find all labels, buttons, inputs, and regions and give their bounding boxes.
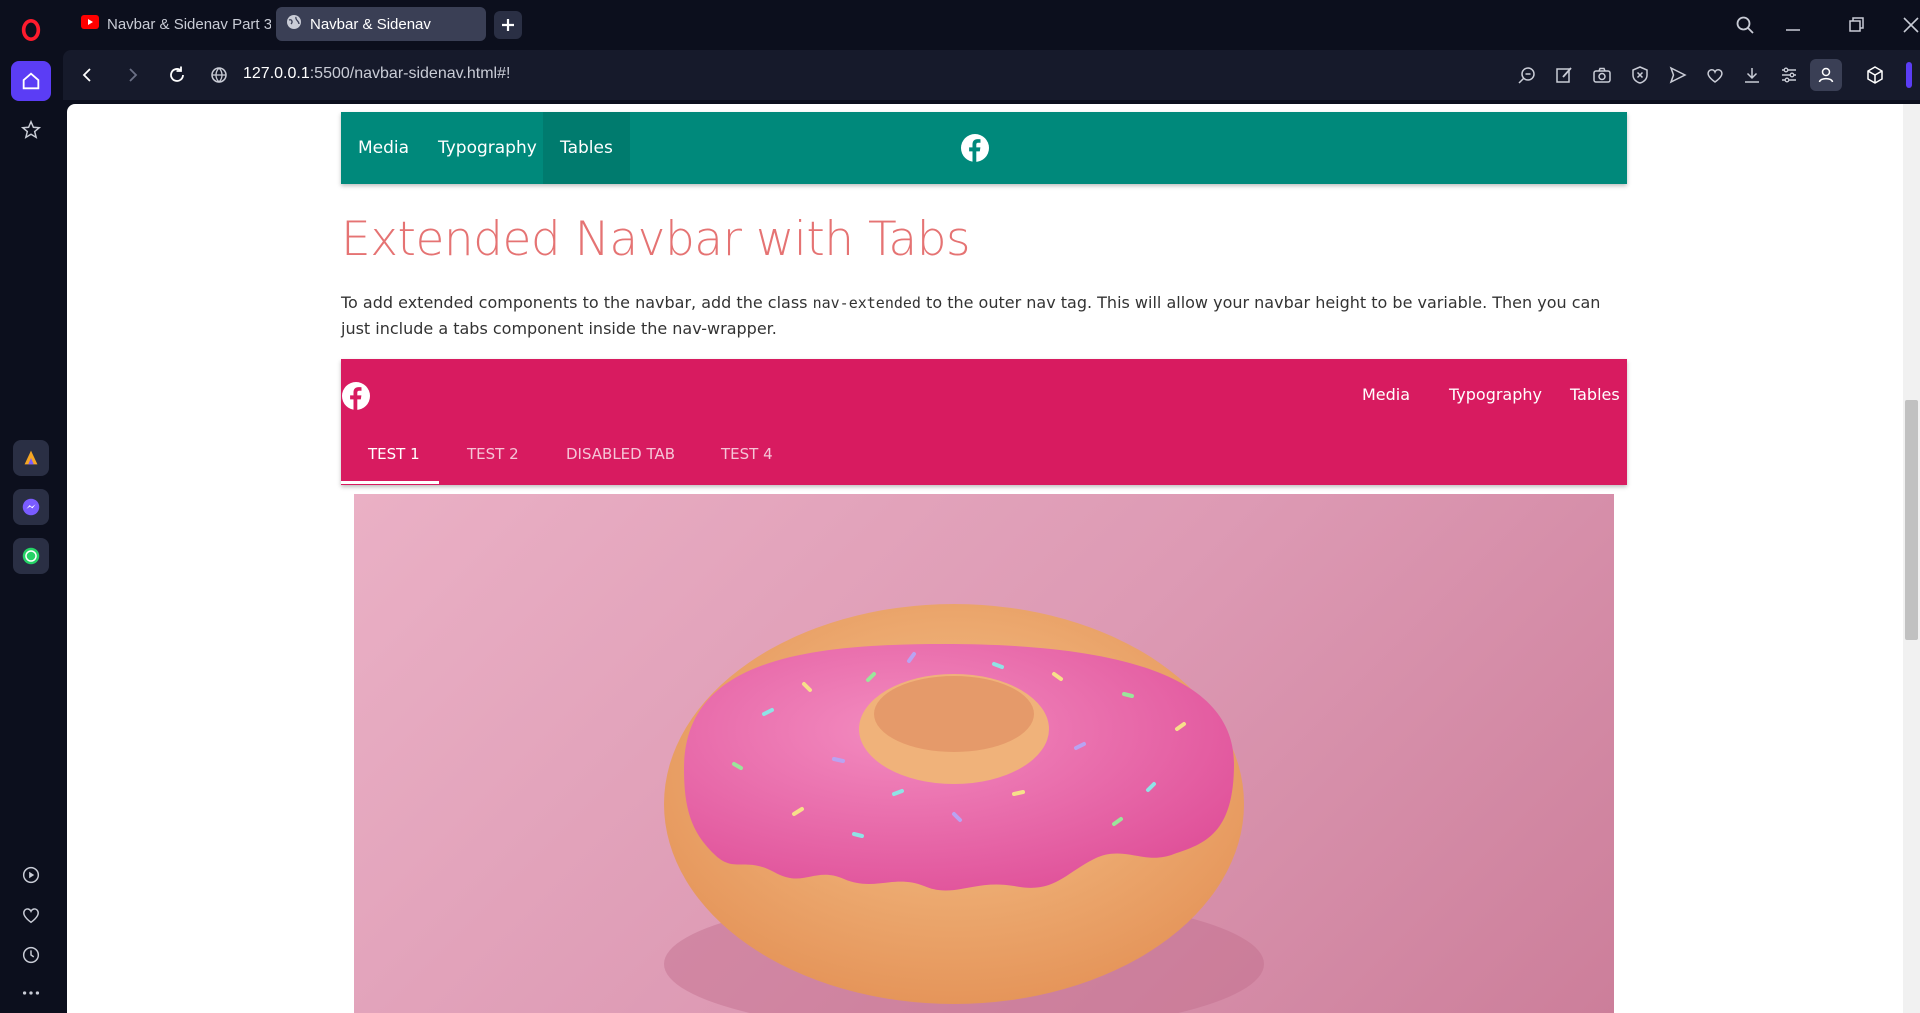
nav-link-media[interactable]: Media <box>1362 375 1410 415</box>
scroll-thumb[interactable] <box>1905 400 1918 640</box>
tab-test-2[interactable]: TEST 2 <box>467 445 519 475</box>
edit-icon[interactable] <box>1552 63 1576 87</box>
sidebar-toggle[interactable] <box>1906 62 1912 88</box>
description-text: To add extended components to the navbar… <box>341 293 813 312</box>
restore-icon[interactable] <box>1842 10 1872 40</box>
tab-title: Navbar & Sidenav Part 3 <box>107 15 271 33</box>
easy-setup-icon[interactable] <box>1777 63 1801 87</box>
forward-icon[interactable] <box>121 63 145 87</box>
url-host: 127.0.0.1 <box>243 65 310 82</box>
tab-strip: Navbar & Sidenav Part 3 Navbar & Sidenav <box>63 0 1920 48</box>
nav-link-typography[interactable]: Typography <box>421 112 554 184</box>
tab-indicator <box>341 481 439 484</box>
extended-navbar: Media Typography Tables TEST 1 TEST 2 DI… <box>341 359 1627 485</box>
tab-test-4[interactable]: TEST 4 <box>721 445 773 475</box>
send-icon[interactable] <box>1666 63 1690 87</box>
tab-title: Navbar & Sidenav <box>310 15 431 33</box>
find-in-page-icon[interactable] <box>1515 63 1539 87</box>
address-bar: 127.0.0.1:5500/navbar-sidenav.html#! <box>63 50 1920 100</box>
code-snippet: nav-extended <box>812 294 921 312</box>
heart-icon[interactable] <box>11 895 51 935</box>
web-page: Media Typography Tables Extended Navbar … <box>67 104 1903 1013</box>
page-scrollbar[interactable] <box>1903 104 1920 1013</box>
nav-link-tables[interactable]: Tables <box>543 112 630 184</box>
nav-link-media[interactable]: Media <box>341 112 426 184</box>
url-path: :5500/navbar-sidenav.html#! <box>309 65 511 82</box>
description: To add extended components to the navbar… <box>341 290 1627 342</box>
nav-link-typography[interactable]: Typography <box>1449 375 1542 415</box>
profile-icon[interactable] <box>1810 59 1842 91</box>
teal-navbar: Media Typography Tables <box>341 112 1627 184</box>
whatsapp-icon[interactable] <box>13 538 49 574</box>
ad-block-icon[interactable] <box>1628 63 1652 87</box>
star-icon[interactable] <box>11 110 51 150</box>
facebook-icon[interactable] <box>342 382 370 410</box>
browser-tab[interactable]: Navbar & Sidenav Part 3 <box>71 7 271 41</box>
home-icon[interactable] <box>11 61 51 101</box>
extensions-icon[interactable] <box>1863 63 1887 87</box>
more-icon[interactable] <box>11 973 51 1013</box>
messenger-icon[interactable] <box>13 489 49 525</box>
search-tabs-icon[interactable] <box>1730 10 1760 40</box>
history-icon[interactable] <box>11 935 51 975</box>
donut-illustration <box>664 604 1264 1013</box>
tab-disabled: DISABLED TAB <box>566 445 676 463</box>
aria-app-icon[interactable] <box>13 440 49 476</box>
page-title: Extended Navbar with Tabs <box>341 212 971 267</box>
facebook-icon[interactable] <box>961 134 989 162</box>
site-info-icon[interactable] <box>207 63 231 87</box>
nav-link-tables[interactable]: Tables <box>1570 375 1620 415</box>
snapshot-icon[interactable] <box>1590 63 1614 87</box>
globe-icon <box>286 14 302 34</box>
url-field[interactable]: 127.0.0.1:5500/navbar-sidenav.html#! <box>243 65 510 83</box>
minimize-icon[interactable] <box>1778 10 1808 40</box>
bookmark-heart-icon[interactable] <box>1703 63 1727 87</box>
player-icon[interactable] <box>11 855 51 895</box>
new-tab-button[interactable] <box>494 11 522 39</box>
download-icon[interactable] <box>1740 63 1764 87</box>
opera-logo-icon[interactable] <box>11 10 51 50</box>
back-icon[interactable] <box>75 63 99 87</box>
youtube-icon <box>81 15 99 33</box>
tab-test-1[interactable]: TEST 1 <box>368 445 420 475</box>
browser-sidebar <box>0 0 63 1013</box>
close-window-icon[interactable] <box>1896 10 1920 40</box>
reload-icon[interactable] <box>165 63 189 87</box>
donut-image <box>354 494 1614 1013</box>
browser-tab-active[interactable]: Navbar & Sidenav <box>276 7 486 41</box>
